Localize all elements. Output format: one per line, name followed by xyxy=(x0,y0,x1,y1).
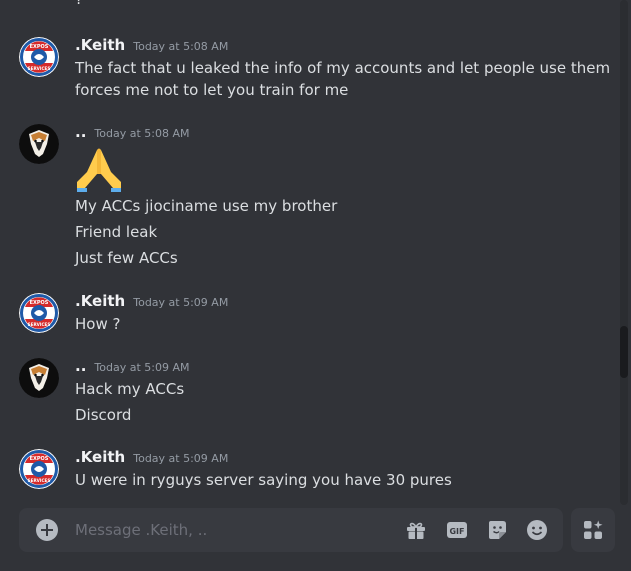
timestamp[interactable]: Today at 5:09 AM xyxy=(133,296,228,309)
emoji-icon[interactable] xyxy=(526,519,548,541)
avatar[interactable]: EXPOS SERVICES xyxy=(19,293,59,333)
message-header: .Keith Today at 5:08 AM xyxy=(75,36,228,56)
eagle-avatar-icon xyxy=(19,124,59,164)
message-line: How ? xyxy=(75,315,121,333)
timestamp[interactable]: Today at 5:08 AM xyxy=(133,40,228,53)
username[interactable]: .Keith xyxy=(75,448,125,466)
svg-text:SERVICES: SERVICES xyxy=(28,322,51,327)
svg-text:SERVICES: SERVICES xyxy=(28,66,51,71)
avatar[interactable] xyxy=(19,358,59,398)
sticker-icon[interactable] xyxy=(486,519,508,541)
svg-text:GIF: GIF xyxy=(449,527,464,536)
username[interactable]: .. xyxy=(75,357,86,375)
apps-button[interactable] xyxy=(571,508,615,552)
username[interactable]: .. xyxy=(75,123,86,141)
message-header: .. Today at 5:08 AM xyxy=(75,123,189,143)
message-list: ? EXPOS SERVICES .Keith Today at 5:08 AM… xyxy=(0,0,631,505)
timestamp[interactable]: Today at 5:09 AM xyxy=(94,361,189,374)
message-line: U were in ryguys server saying you have … xyxy=(75,471,452,489)
svg-text:EXPOS: EXPOS xyxy=(30,300,49,306)
message-header: .Keith Today at 5:09 AM xyxy=(75,292,228,312)
message-header: .. Today at 5:09 AM xyxy=(75,357,189,377)
eagle-avatar-icon xyxy=(19,358,59,398)
gif-icon[interactable]: GIF xyxy=(446,519,468,541)
timestamp[interactable]: Today at 5:09 AM xyxy=(133,452,228,465)
svg-text:EXPOS: EXPOS xyxy=(30,44,49,50)
username[interactable]: .Keith xyxy=(75,292,125,310)
message-line: My ACCs jiociname use my brother xyxy=(75,197,338,215)
svg-text:EXPOS: EXPOS xyxy=(30,456,49,462)
scrollbar-thumb[interactable] xyxy=(620,326,628,378)
message-header: .Keith Today at 5:09 AM xyxy=(75,448,228,468)
svg-text:SERVICES: SERVICES xyxy=(28,478,51,483)
expos-services-logo-icon: EXPOS SERVICES xyxy=(19,293,59,333)
message-line: Just few ACCs xyxy=(75,249,178,267)
message-line: forces me not to let you train for me xyxy=(75,81,349,99)
folded-hands-emoji xyxy=(75,144,123,192)
message-input[interactable] xyxy=(75,519,395,541)
expos-services-logo-icon: EXPOS SERVICES xyxy=(19,449,59,489)
message-line: Friend leak xyxy=(75,223,158,241)
avatar[interactable] xyxy=(19,124,59,164)
scrollbar-track[interactable] xyxy=(620,0,628,505)
username[interactable]: .Keith xyxy=(75,36,125,54)
expos-services-logo-icon: EXPOS SERVICES xyxy=(19,37,59,77)
message-line: Discord xyxy=(75,406,132,424)
add-attachment-button[interactable] xyxy=(36,519,58,541)
message-line: ? xyxy=(75,0,83,8)
message-line: The fact that u leaked the info of my ac… xyxy=(75,59,611,77)
message-line: Hack my ACCs xyxy=(75,380,185,398)
avatar[interactable]: EXPOS SERVICES xyxy=(19,449,59,489)
timestamp[interactable]: Today at 5:08 AM xyxy=(94,127,189,140)
gift-icon[interactable] xyxy=(405,519,427,541)
message-composer: GIF xyxy=(19,508,563,552)
avatar[interactable]: EXPOS SERVICES xyxy=(19,37,59,77)
apps-icon xyxy=(584,520,603,539)
